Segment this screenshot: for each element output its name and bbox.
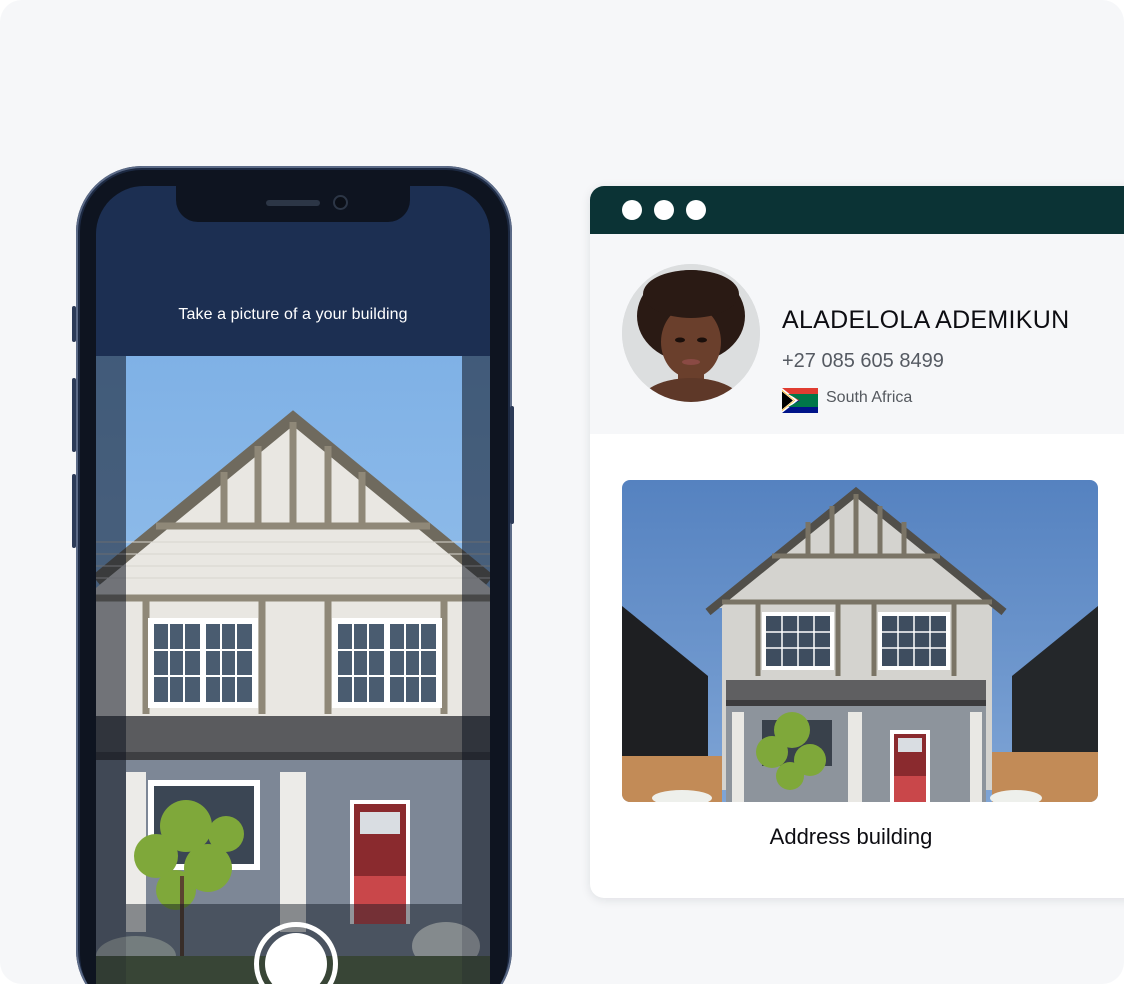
camera-shutter-icon — [265, 933, 327, 984]
profile-country: South Africa — [826, 389, 913, 406]
profile-phone: +27 085 605 8499 — [782, 350, 944, 372]
building-photo — [622, 480, 1098, 802]
south-africa-flag-icon — [782, 388, 818, 413]
profile-name: ALADELOLA ADEMIKUN — [782, 306, 1070, 334]
power-button — [510, 406, 514, 524]
window-control-dot[interactable] — [622, 200, 642, 220]
house-photo — [622, 480, 1098, 802]
window-control-dot[interactable] — [654, 200, 674, 220]
volume-down-button — [72, 474, 76, 548]
profile-header: ALADELOLA ADEMIKUN +27 085 605 8499 Sout… — [590, 234, 1124, 434]
profile-window: ALADELOLA ADEMIKUN +27 085 605 8499 Sout… — [590, 186, 1124, 898]
house-photo — [96, 356, 490, 984]
volume-up-button — [72, 378, 76, 452]
canvas: Take a picture of a your building ALADEL… — [0, 0, 1124, 984]
camera-viewfinder — [96, 356, 490, 984]
window-titlebar — [590, 186, 1124, 234]
avatar — [622, 264, 760, 402]
avatar-photo — [622, 264, 760, 402]
front-camera-icon — [333, 195, 348, 210]
viewfinder-mask-right — [462, 356, 490, 984]
phone-notch — [176, 186, 410, 222]
window-control-dot[interactable] — [686, 200, 706, 220]
viewfinder-mask-left — [96, 356, 126, 984]
speaker-icon — [266, 200, 320, 206]
camera-instruction: Take a picture of a your building — [178, 306, 408, 323]
silent-switch — [72, 306, 76, 342]
photo-caption: Address building — [769, 824, 933, 849]
